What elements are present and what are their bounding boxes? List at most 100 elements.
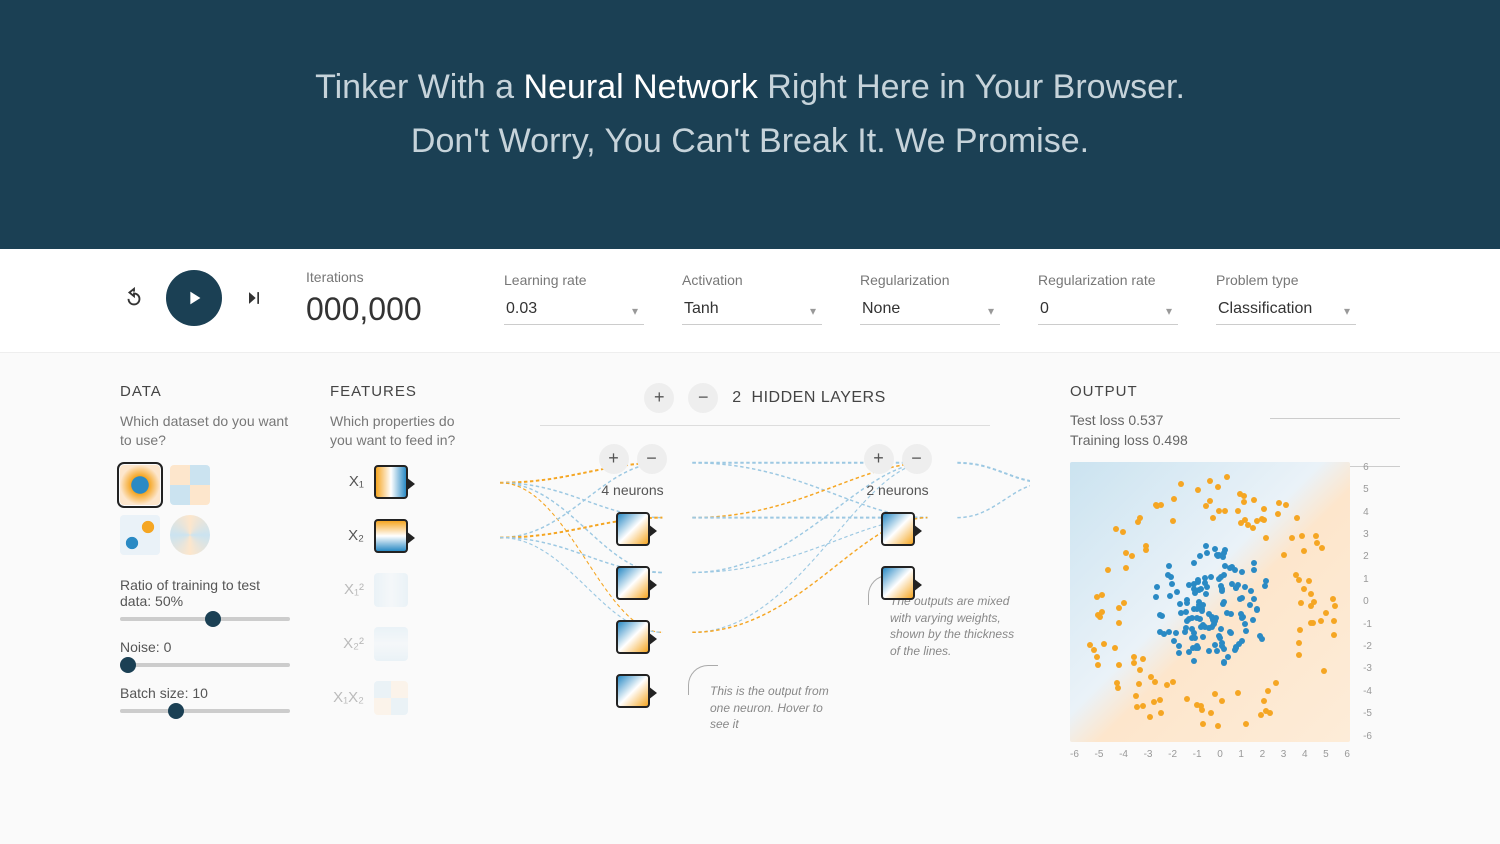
chevron-down-icon: ▾	[632, 304, 638, 318]
hidden-neuron[interactable]	[881, 512, 915, 546]
data-point	[1170, 518, 1176, 524]
noise-slider[interactable]	[120, 663, 290, 667]
data-point	[1115, 685, 1121, 691]
remove-layer-button[interactable]: −	[688, 383, 718, 413]
data-point	[1212, 546, 1218, 552]
feature-label: X₁	[330, 473, 364, 490]
axis-tick: 2	[1260, 749, 1266, 760]
data-point	[1296, 640, 1302, 646]
activation-select[interactable]: Tanh ▾	[682, 294, 822, 325]
data-point	[1131, 660, 1137, 666]
feature-node[interactable]	[374, 627, 408, 661]
feature-node[interactable]	[374, 519, 408, 553]
data-point	[1169, 581, 1175, 587]
hero-title: Tinker With a Neural Network Right Here …	[20, 60, 1480, 169]
dataset-spiral[interactable]	[170, 515, 210, 555]
output-axis-bottom: -6-5-4-3-2-10123456	[1070, 749, 1350, 760]
feature-row: X₁²	[330, 573, 460, 607]
feature-node[interactable]	[374, 465, 408, 499]
layer-neuron-count: 2 neurons	[866, 482, 928, 498]
remove-neuron-button[interactable]: −	[902, 444, 932, 474]
hidden-neuron[interactable]	[881, 566, 915, 600]
chevron-down-icon: ▾	[810, 304, 816, 318]
data-point	[1192, 635, 1198, 641]
reset-button[interactable]	[120, 284, 148, 312]
data-point	[1203, 543, 1209, 549]
data-point	[1251, 596, 1257, 602]
data-point	[1251, 567, 1257, 573]
data-point	[1331, 632, 1337, 638]
test-loss-spark	[1270, 379, 1400, 419]
data-point	[1204, 550, 1210, 556]
dataset-gauss[interactable]	[120, 515, 160, 555]
data-subtitle: Which dataset do you want to use?	[120, 412, 290, 451]
data-point	[1207, 478, 1213, 484]
data-point	[1136, 681, 1142, 687]
hidden-neuron[interactable]	[616, 512, 650, 546]
data-point	[1299, 533, 1305, 539]
data-point	[1152, 679, 1158, 685]
hidden-neuron[interactable]	[616, 566, 650, 600]
feature-label: X₂²	[330, 635, 364, 652]
step-button[interactable]	[240, 284, 268, 312]
axis-tick: -3	[1363, 663, 1372, 674]
learning-rate-select[interactable]: 0.03 ▾	[504, 294, 644, 325]
data-point	[1222, 547, 1228, 553]
data-point	[1239, 569, 1245, 575]
data-point	[1313, 533, 1319, 539]
data-point	[1158, 710, 1164, 716]
data-point	[1319, 545, 1325, 551]
data-point	[1154, 584, 1160, 590]
data-point	[1197, 553, 1203, 559]
data-point	[1199, 707, 1205, 713]
data-point	[1183, 625, 1189, 631]
main-content: DATA Which dataset do you want to use? R…	[0, 353, 1500, 762]
data-point	[1211, 621, 1217, 627]
data-point	[1219, 588, 1225, 594]
data-point	[1273, 680, 1279, 686]
data-point	[1221, 660, 1227, 666]
data-point	[1173, 630, 1179, 636]
data-point	[1151, 699, 1157, 705]
remove-neuron-button[interactable]: −	[637, 444, 667, 474]
reg-rate-select[interactable]: 0 ▾	[1038, 294, 1178, 325]
layer-neuron-count: 4 neurons	[601, 482, 663, 498]
data-point	[1232, 567, 1238, 573]
batch-slider[interactable]	[120, 709, 290, 713]
feature-node[interactable]	[374, 573, 408, 607]
data-point	[1239, 638, 1245, 644]
regularization-select[interactable]: None ▾	[860, 294, 1000, 325]
hidden-neuron[interactable]	[616, 620, 650, 654]
hidden-neuron[interactable]	[616, 674, 650, 708]
step-icon	[244, 288, 264, 308]
add-neuron-button[interactable]: +	[864, 444, 894, 474]
dataset-xor[interactable]	[170, 465, 210, 505]
feature-node[interactable]	[374, 681, 408, 715]
output-plot[interactable]: 6543210-1-2-3-4-5-6 -6-5-4-3-2-10123456	[1070, 462, 1350, 742]
hidden-layer: + − 2 neurons	[864, 444, 932, 708]
data-point	[1194, 702, 1200, 708]
network-header: + − 2 HIDDEN LAYERS	[500, 383, 1030, 413]
add-neuron-button[interactable]: +	[599, 444, 629, 474]
data-point	[1254, 518, 1260, 524]
data-column: DATA Which dataset do you want to use? R…	[120, 383, 290, 742]
ratio-slider[interactable]	[120, 617, 290, 621]
data-point	[1233, 645, 1239, 651]
layers-row: + − 4 neurons + − 2 neurons	[500, 444, 1030, 708]
data-point	[1158, 502, 1164, 508]
data-point	[1281, 552, 1287, 558]
data-point	[1140, 703, 1146, 709]
add-layer-button[interactable]: +	[644, 383, 674, 413]
axis-tick: 2	[1363, 551, 1372, 562]
data-point	[1225, 654, 1231, 660]
play-button[interactable]	[166, 270, 222, 326]
data-point	[1112, 645, 1118, 651]
dataset-circle[interactable]	[120, 465, 160, 505]
data-point	[1094, 654, 1100, 660]
hero-text: Tinker With a	[315, 68, 523, 106]
data-point	[1171, 496, 1177, 502]
data-point	[1332, 603, 1338, 609]
data-point	[1222, 508, 1228, 514]
data-point	[1265, 688, 1271, 694]
problem-type-select[interactable]: Classification ▾	[1216, 294, 1356, 325]
